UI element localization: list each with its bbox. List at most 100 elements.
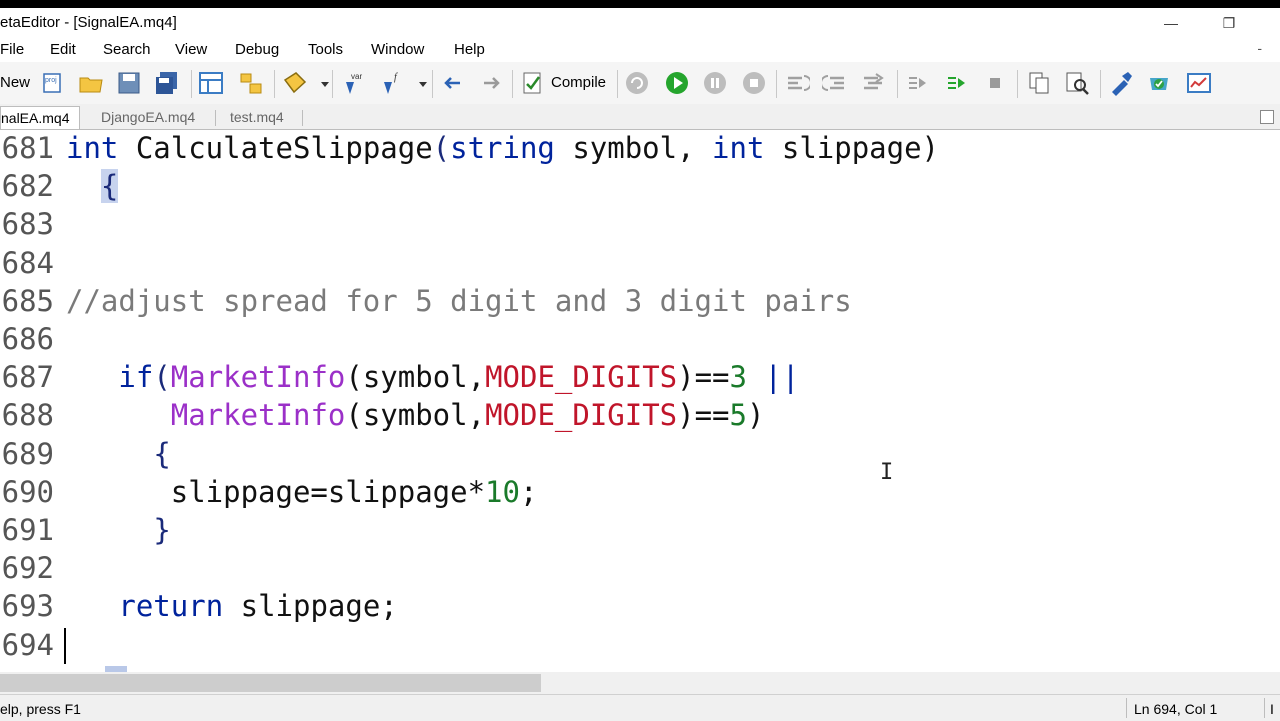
code-token: if xyxy=(118,360,154,395)
insert-variable-icon[interactable]: var xyxy=(342,70,370,96)
compile-button[interactable]: Compile xyxy=(551,74,606,91)
menu-search[interactable]: Search xyxy=(103,41,151,58)
toolbox-tool-icon[interactable] xyxy=(1108,70,1136,96)
save-icon[interactable] xyxy=(116,70,144,96)
restart-debug-icon[interactable] xyxy=(624,70,652,96)
toolbox-icon[interactable] xyxy=(238,70,266,96)
start-debug-icon[interactable] xyxy=(664,70,692,96)
pause-debug-icon[interactable] xyxy=(702,70,730,96)
toolbar-separator xyxy=(432,70,433,98)
code-line[interactable]: int CalculateSlippage(string symbol, int… xyxy=(66,131,939,165)
code-token: )== xyxy=(677,360,730,395)
open-folder-icon[interactable] xyxy=(78,70,106,96)
code-token: ( xyxy=(153,360,171,395)
new-button[interactable]: New xyxy=(0,74,30,91)
toolbar-separator xyxy=(1100,70,1101,98)
code-token: symbol, xyxy=(572,131,713,165)
mdi-minimize-icon[interactable]: - xyxy=(1257,40,1262,56)
forward-arrow-icon[interactable] xyxy=(478,70,506,96)
new-project-icon[interactable]: proj xyxy=(40,70,68,96)
stop-debug-icon[interactable] xyxy=(741,70,769,96)
menu-tools[interactable]: Tools xyxy=(308,41,343,58)
line-number: 690 xyxy=(1,474,54,509)
line-number: 687 xyxy=(1,360,54,395)
copy-icon[interactable] xyxy=(1026,70,1054,96)
menu-view[interactable]: View xyxy=(175,41,207,58)
code-editor[interactable]: 681 int CalculateSlippage(string symbol, … xyxy=(0,130,1280,672)
text-caret xyxy=(64,628,66,664)
code-token: (symbol, xyxy=(345,360,486,395)
line-number: 693 xyxy=(1,589,54,624)
status-extra: I xyxy=(1270,701,1274,717)
horizontal-scrollbar[interactable] xyxy=(0,672,1280,694)
code-line[interactable]: //adjust spread for 5 digit and 3 digit … xyxy=(66,284,852,318)
code-token: ) xyxy=(746,398,765,433)
code-line[interactable]: } xyxy=(66,513,170,547)
minimize-button[interactable]: — xyxy=(1156,12,1186,34)
menu-edit[interactable]: Edit xyxy=(50,41,76,58)
history-start-icon[interactable] xyxy=(904,70,932,96)
line-number: 692 xyxy=(1,551,54,586)
menu-file[interactable]: File xyxy=(0,41,24,58)
history-stop-icon[interactable] xyxy=(982,70,1010,96)
code-token: string xyxy=(450,131,573,165)
toolbar-separator xyxy=(897,70,898,98)
code-line[interactable]: { xyxy=(66,437,170,471)
toolbar-separator xyxy=(512,70,513,98)
svg-text:proj: proj xyxy=(45,77,57,84)
code-token: 10 xyxy=(485,474,520,509)
toolbar-separator xyxy=(274,70,275,98)
insert-function-icon[interactable]: f xyxy=(380,70,408,96)
code-line[interactable]: { xyxy=(66,169,119,204)
line-number: 686 xyxy=(1,322,54,356)
menu-debug[interactable]: Debug xyxy=(235,41,279,58)
toolbar-separator xyxy=(1017,70,1018,98)
svg-text:var: var xyxy=(351,72,362,81)
code-token: ; xyxy=(519,474,538,509)
status-separator xyxy=(1126,698,1127,718)
find-icon[interactable] xyxy=(1064,70,1092,96)
code-token: slippage=slippage* xyxy=(66,474,486,509)
line-number: 683 xyxy=(1,207,54,242)
restore-button[interactable]: ❐ xyxy=(1214,12,1244,34)
code-line[interactable]: MarketInfo(symbol,MODE_DIGITS)==5) xyxy=(66,398,765,433)
navigator-icon[interactable] xyxy=(198,70,226,96)
save-all-icon[interactable] xyxy=(154,70,182,96)
svg-text:f: f xyxy=(394,72,398,83)
code-line[interactable]: if(MarketInfo(symbol,MODE_DIGITS)==3 || xyxy=(66,360,799,394)
menu-help[interactable]: Help xyxy=(454,41,485,58)
terminal-icon[interactable] xyxy=(1186,70,1214,96)
window-title: etaEditor - [SignalEA.mq4] xyxy=(0,14,177,31)
tab-signalea[interactable]: nalEA.mq4 xyxy=(0,106,81,129)
tab-test[interactable]: test.mq4 xyxy=(230,106,284,128)
tab-djangoea[interactable]: DjangoEA.mq4 xyxy=(101,106,195,128)
code-token: ( xyxy=(432,131,451,165)
scrollbar-thumb[interactable] xyxy=(0,674,541,692)
toolbar: New proj var f Compile xyxy=(0,62,1280,105)
line-number: 691 xyxy=(1,513,54,547)
code-line[interactable]: return slippage; xyxy=(66,589,397,624)
step-out-icon[interactable] xyxy=(860,70,888,96)
status-cursor-position: Ln 694, Col 1 xyxy=(1134,701,1218,717)
code-token: int xyxy=(66,131,136,165)
styler-icon[interactable] xyxy=(282,70,310,96)
compile-icon[interactable] xyxy=(520,70,548,96)
code-token: (symbol, xyxy=(345,398,486,433)
step-into-icon[interactable] xyxy=(784,70,812,96)
chevron-down-icon[interactable] xyxy=(312,70,329,96)
history-play-icon[interactable] xyxy=(943,70,971,96)
menu-window[interactable]: Window xyxy=(371,41,424,58)
market-icon[interactable] xyxy=(1146,70,1174,96)
code-line[interactable]: slippage=slippage*10; xyxy=(66,474,538,509)
title-bar: etaEditor - [SignalEA.mq4] — ❐ xyxy=(0,8,1280,38)
code-token: return xyxy=(118,589,241,624)
step-over-icon[interactable] xyxy=(820,70,850,96)
back-arrow-icon[interactable] xyxy=(440,70,468,96)
chevron-down-icon[interactable] xyxy=(410,70,427,96)
close-icon[interactable] xyxy=(1260,110,1274,124)
